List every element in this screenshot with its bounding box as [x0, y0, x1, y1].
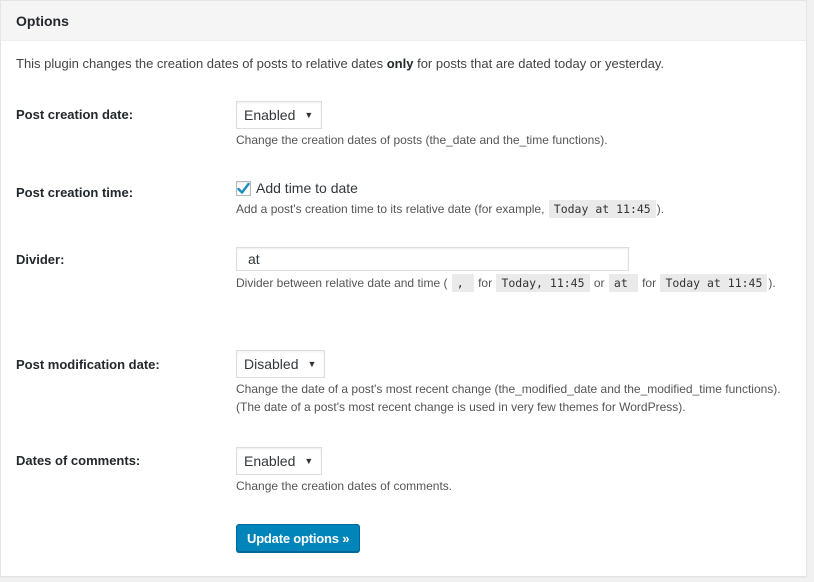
divider-desc-4: for [642, 276, 657, 290]
dates-of-comments-label: Dates of comments: [16, 453, 141, 468]
divider-field: Divider between relative date and time (… [236, 247, 776, 292]
code-example: , [451, 274, 474, 292]
post-modification-date-selected: Disabled [244, 356, 299, 372]
post-creation-time-field: Add time to date Add a post's creation t… [236, 179, 664, 218]
code-example: Today at 11:45 [548, 200, 656, 218]
post-creation-date-label: Post creation date: [16, 107, 134, 122]
divider-desc-5: ). [768, 276, 776, 290]
post-creation-time-label: Post creation time: [16, 185, 134, 200]
post-modification-date-label: Post modification date: [16, 357, 160, 372]
panel-title: Options [16, 12, 69, 29]
code-example: at [608, 274, 638, 292]
code-example: Today at 11:45 [660, 274, 768, 292]
dropdown-arrow-icon: ▼ [304, 110, 314, 120]
post-creation-date-select[interactable]: Enabled ▼ [236, 101, 323, 129]
dropdown-arrow-icon: ▼ [307, 359, 317, 369]
intro-text: This plugin changes the creation dates o… [16, 56, 664, 71]
add-time-checkbox[interactable] [236, 180, 251, 196]
post-modification-date-description-2: (The date of a post's most recent change… [236, 400, 686, 414]
dates-of-comments-selected: Enabled [244, 453, 296, 469]
add-time-checkbox-label[interactable]: Add time to date [256, 180, 358, 196]
divider-description: Divider between relative date and time (… [236, 274, 776, 292]
intro-text-after: for posts that are dated today or yester… [413, 56, 664, 71]
post-creation-date-description: Change the creation dates of posts (the_… [236, 133, 608, 147]
post-creation-time-description: Add a post's creation time to its relati… [236, 200, 664, 218]
post-creation-date-selected: Enabled [244, 107, 296, 123]
post-modification-date-select[interactable]: Disabled ▼ [236, 350, 326, 378]
post-modification-date-description-1: Change the date of a post's most recent … [236, 382, 781, 396]
post-modification-date-field: Disabled ▼ Change the date of a post's m… [236, 350, 781, 416]
checkmark-icon [237, 182, 250, 194]
post-creation-time-desc-before: Add a post's creation time to its relati… [236, 202, 548, 216]
panel-header: Options [1, 1, 806, 41]
dates-of-comments-description: Change the creation dates of comments. [236, 479, 453, 493]
post-creation-time-desc-after: ). [656, 202, 665, 216]
divider-input[interactable] [236, 247, 629, 271]
divider-label: Divider: [16, 252, 65, 267]
options-panel: Options This plugin changes the creation… [0, 0, 807, 577]
divider-desc-2: for [478, 276, 493, 290]
dates-of-comments-field: Enabled ▼ Change the creation dates of c… [236, 447, 452, 495]
dropdown-arrow-icon: ▼ [304, 456, 314, 466]
update-options-button[interactable]: Update options » [236, 524, 361, 552]
post-creation-date-field: Enabled ▼ Change the creation dates of p… [236, 101, 608, 149]
add-time-checkbox-row[interactable]: Add time to date [236, 179, 664, 197]
intro-text-bold: only [386, 56, 414, 71]
divider-desc-3: or [593, 276, 605, 290]
code-example: Today, 11:45 [496, 274, 590, 292]
divider-desc-1: Divider between relative date and time ( [236, 276, 448, 290]
intro-text-before: This plugin changes the creation dates o… [16, 56, 387, 71]
dates-of-comments-select[interactable]: Enabled ▼ [236, 447, 323, 475]
